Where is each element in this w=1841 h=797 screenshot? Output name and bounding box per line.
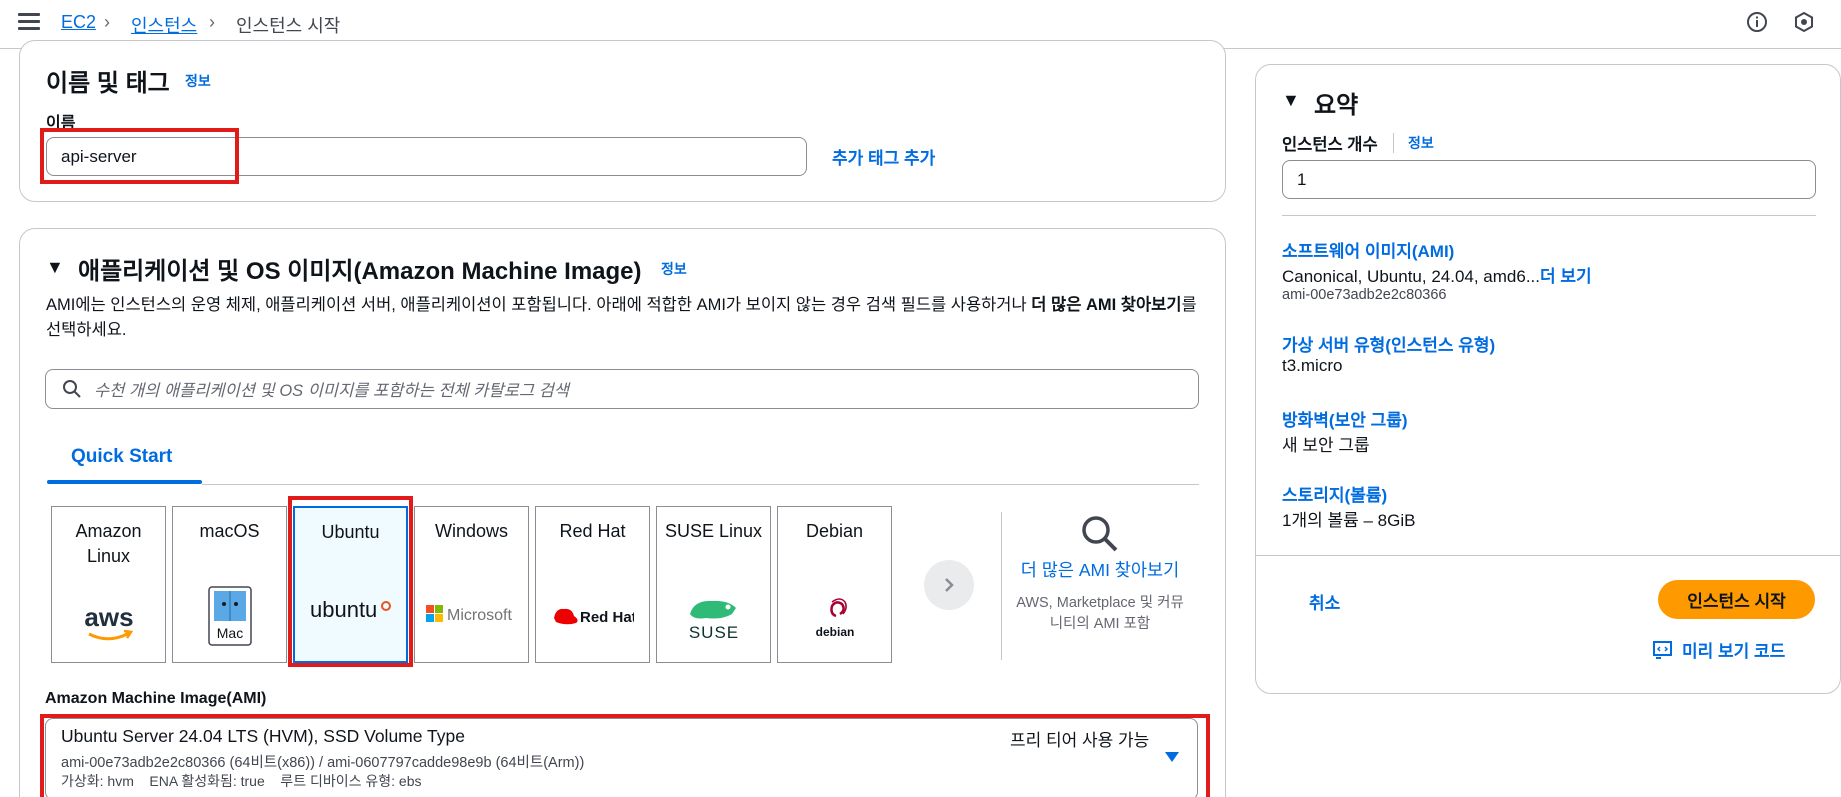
ami-description-bold: 더 많은 AMI 찾아보기 bbox=[1031, 296, 1182, 314]
chevron-right-icon: › bbox=[209, 12, 215, 32]
os-card-windows[interactable]: Windows Microsoft bbox=[414, 506, 529, 663]
vertical-divider bbox=[1001, 512, 1002, 660]
tab-divider bbox=[202, 484, 1199, 485]
next-os-button[interactable] bbox=[924, 560, 974, 610]
tab-quick-start[interactable]: Quick Start bbox=[71, 446, 172, 468]
see-more-link[interactable]: 더 보기 bbox=[1540, 267, 1592, 286]
search-icon bbox=[1082, 516, 1118, 552]
ami-title: 애플리케이션 및 OS 이미지(Amazon Machine Image) bbox=[78, 258, 642, 285]
chevron-right-icon bbox=[945, 578, 954, 592]
summary-title: 요약 bbox=[1314, 92, 1359, 119]
name-tags-title: 이름 및 태그 bbox=[46, 70, 170, 97]
instance-type-value: t3.micro bbox=[1282, 356, 1343, 375]
os-card-suse-linux[interactable]: SUSE Linux SUSE bbox=[656, 506, 771, 663]
ami-search-input[interactable]: 수천 개의 애플리케이션 및 OS 이미지를 포함하는 전체 카탈로그 검색 bbox=[45, 369, 1199, 409]
os-card-label: SUSE Linux bbox=[664, 521, 763, 541]
more-ami-section: 더 많은 AMI 찾아보기 AWS, Marketplace 및 커뮤니티의 A… bbox=[1010, 510, 1190, 635]
software-image-id: ami-00e73adb2e2c80366 bbox=[1282, 287, 1447, 303]
microsoft-logo-icon: Microsoft bbox=[415, 604, 528, 624]
svg-text:aws: aws bbox=[84, 604, 133, 632]
os-card-red-hat[interactable]: Red Hat Red Hat bbox=[535, 506, 650, 663]
storage-link[interactable]: 스토리지(볼륨) bbox=[1282, 481, 1387, 506]
more-ami-subtext: AWS, Marketplace 및 커뮤니티의 AMI 포함 bbox=[1016, 595, 1184, 632]
more-ami-link[interactable]: 더 많은 AMI 찾아보기 bbox=[1010, 558, 1190, 583]
suse-logo-icon: SUSE bbox=[657, 596, 770, 640]
highlight-box-name bbox=[40, 128, 239, 184]
os-card-label: Amazon Linux bbox=[75, 521, 142, 566]
add-tags-link[interactable]: 추가 태그 추가 bbox=[832, 144, 935, 169]
os-card-label: Debian bbox=[805, 521, 864, 541]
firewall-link[interactable]: 방화벽(보안 그룹) bbox=[1282, 406, 1408, 431]
breadcrumb-ec2[interactable]: EC2 bbox=[61, 12, 96, 33]
os-card-amazon-linux[interactable]: Amazon Linux aws bbox=[51, 506, 166, 663]
svg-text:Microsoft: Microsoft bbox=[447, 607, 512, 624]
storage-value: 1개의 볼륨 – 8GiB bbox=[1282, 511, 1416, 530]
svg-text:debian: debian bbox=[815, 625, 854, 639]
svg-text:Mac: Mac bbox=[216, 625, 242, 641]
info-icon[interactable] bbox=[1746, 11, 1768, 33]
ami-info-link[interactable]: 정보 bbox=[661, 259, 687, 279]
code-preview-icon bbox=[1653, 640, 1672, 659]
firewall-value: 새 보안 그룹 bbox=[1282, 436, 1370, 455]
aws-logo-icon: aws bbox=[52, 604, 165, 644]
launch-instance-label: 인스턴스 시작 bbox=[1687, 592, 1786, 611]
highlight-box-ami-select bbox=[40, 714, 1210, 797]
collapse-caret-icon[interactable]: ▼ bbox=[1282, 90, 1300, 111]
preview-code-button[interactable]: 미리 보기 코드 bbox=[1652, 637, 1785, 662]
ami-select-label: Amazon Machine Image(AMI) bbox=[45, 690, 267, 707]
debian-logo-icon: debian bbox=[778, 590, 891, 640]
breadcrumb-instances[interactable]: 인스턴스 bbox=[131, 12, 197, 38]
redhat-logo-icon: Red Hat bbox=[536, 604, 649, 628]
software-image-text: Canonical, Ubuntu, 24.04, amd6... bbox=[1282, 267, 1540, 286]
summary-divider bbox=[1282, 215, 1816, 216]
svg-text:Red Hat: Red Hat bbox=[580, 609, 634, 626]
cancel-button[interactable]: 취소 bbox=[1309, 589, 1340, 614]
ami-description-text: AMI에는 인스턴스의 운영 체제, 애플리케이션 서버, 애플리케이션이 포함… bbox=[46, 296, 1032, 314]
chevron-right-icon: › bbox=[104, 12, 110, 32]
os-card-macos[interactable]: macOS Mac bbox=[172, 506, 287, 663]
instance-count-label: 인스턴스 개수 bbox=[1282, 136, 1378, 154]
software-image-value: Canonical, Ubuntu, 24.04, amd6...더 보기 bbox=[1282, 262, 1592, 287]
instance-count-info-link[interactable]: 정보 bbox=[1408, 133, 1434, 153]
ami-search-placeholder: 수천 개의 애플리케이션 및 OS 이미지를 포함하는 전체 카탈로그 검색 bbox=[94, 382, 569, 400]
name-tags-info-link[interactable]: 정보 bbox=[185, 71, 211, 91]
instance-count-value: 1 bbox=[1297, 169, 1307, 189]
instance-count-input[interactable]: 1 bbox=[1282, 160, 1816, 199]
launch-instance-button[interactable]: 인스턴스 시작 bbox=[1658, 580, 1815, 619]
label-divider bbox=[1393, 133, 1394, 153]
highlight-box-ubuntu bbox=[288, 496, 413, 667]
instance-type-link[interactable]: 가상 서버 유형(인스턴스 유형) bbox=[1282, 331, 1495, 356]
search-icon bbox=[63, 380, 81, 398]
ami-description: AMI에는 인스턴스의 운영 체제, 애플리케이션 서버, 애플리케이션이 포함… bbox=[46, 293, 1216, 343]
collapse-caret-icon[interactable]: ▼ bbox=[46, 257, 64, 278]
preview-code-label: 미리 보기 코드 bbox=[1682, 642, 1786, 661]
svg-text:SUSE: SUSE bbox=[688, 623, 738, 640]
mac-logo-icon: Mac bbox=[173, 586, 286, 646]
software-image-link[interactable]: 소프트웨어 이미지(AMI) bbox=[1282, 237, 1454, 262]
settings-hexagon-icon[interactable] bbox=[1793, 11, 1815, 33]
os-card-debian[interactable]: Debian debian bbox=[777, 506, 892, 663]
summary-footer-divider bbox=[1256, 555, 1841, 556]
breadcrumb-current: 인스턴스 시작 bbox=[236, 16, 341, 36]
menu-icon[interactable] bbox=[18, 13, 40, 31]
tab-underline bbox=[47, 480, 202, 484]
os-card-label: Red Hat bbox=[559, 521, 626, 541]
os-card-label: macOS bbox=[199, 521, 260, 541]
os-card-label: Windows bbox=[434, 521, 509, 541]
